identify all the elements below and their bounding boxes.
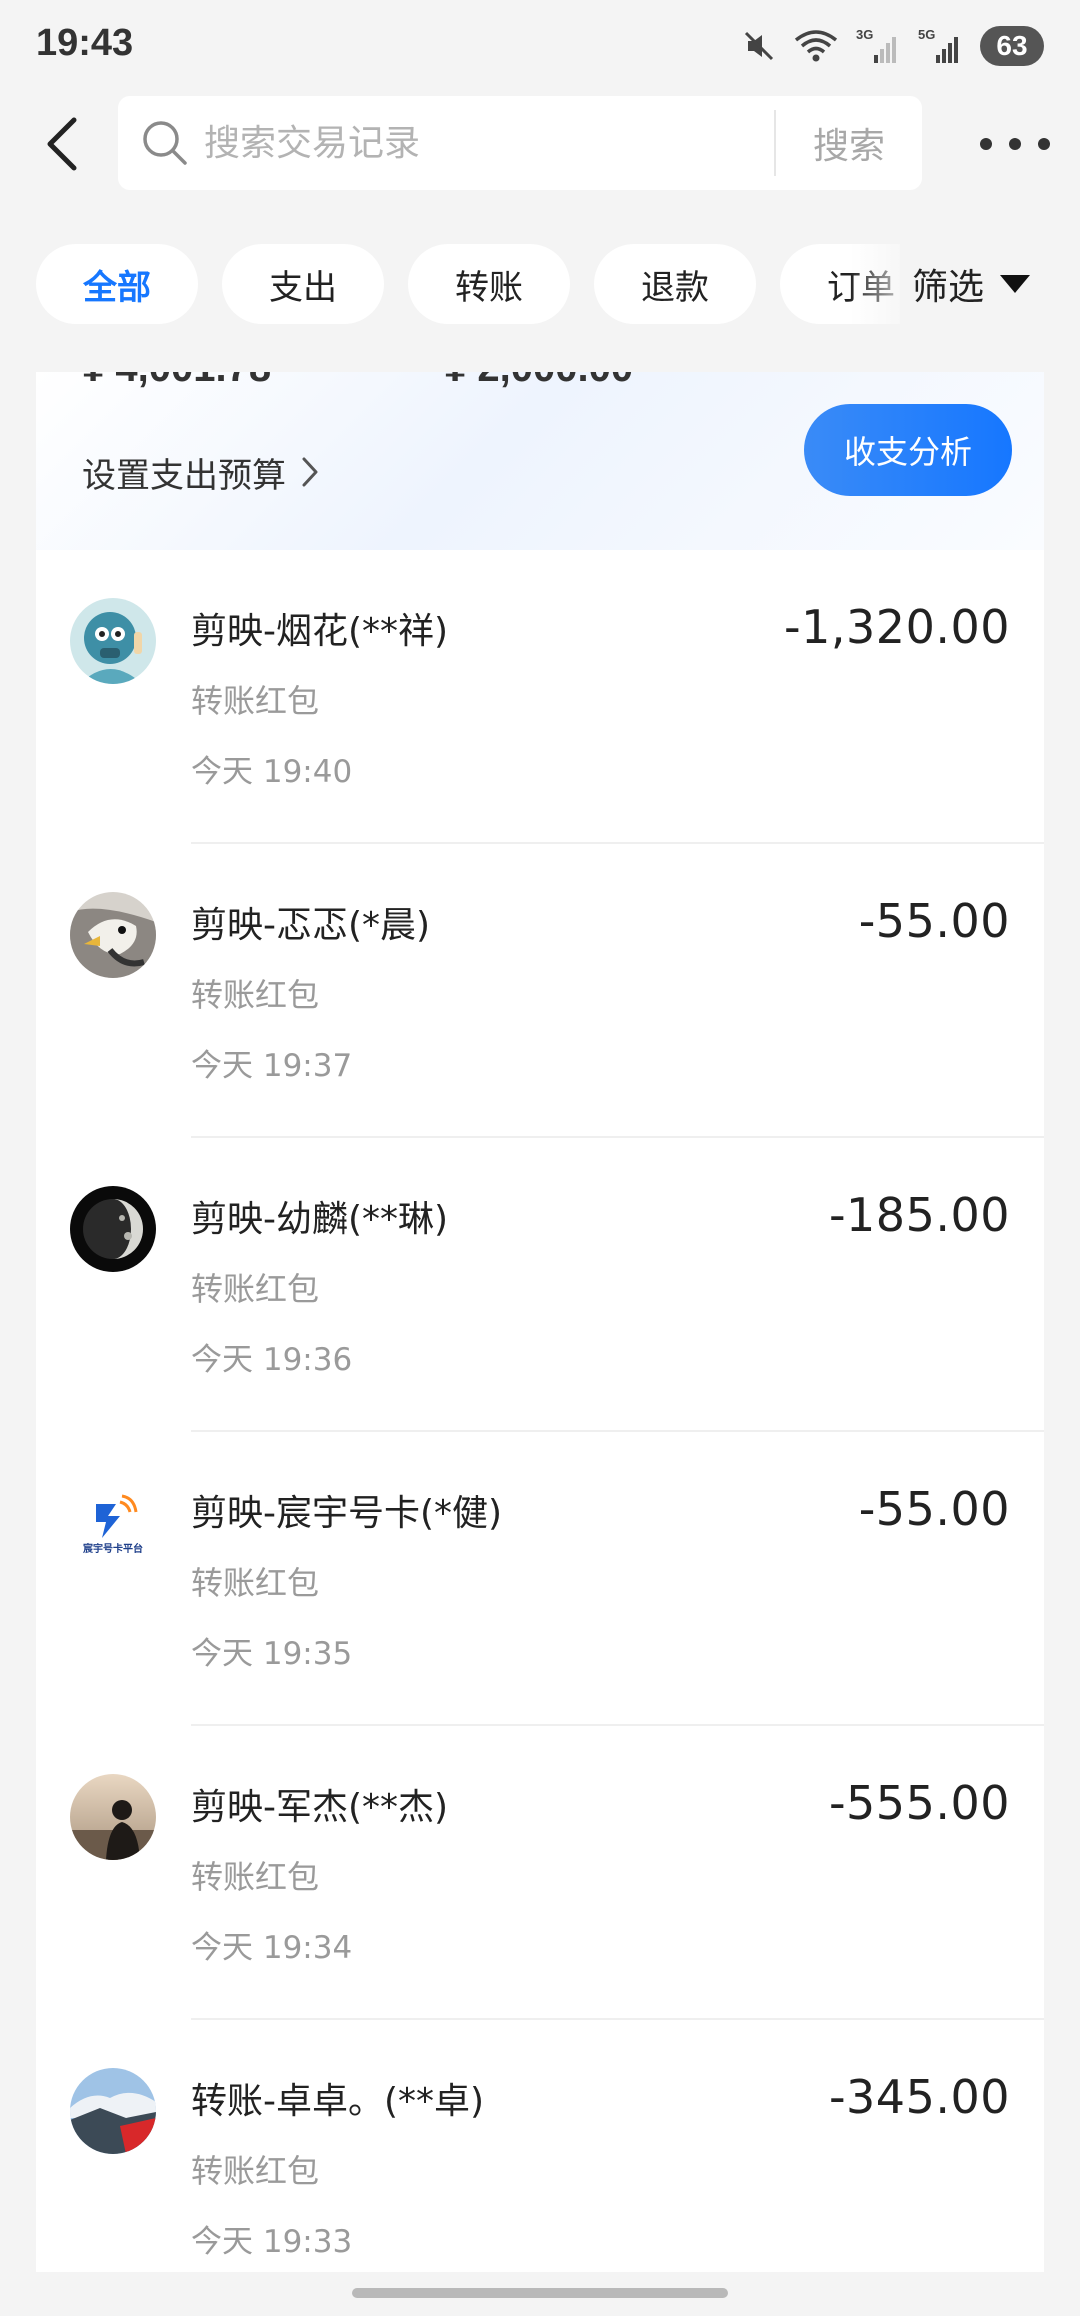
filter-label: 筛选 — [912, 267, 985, 308]
transaction-row[interactable]: 转账-卓卓。(**卓) 转账红包 今天 19:33 -345.00 — [36, 2020, 1044, 2272]
silhouette-avatar-icon — [70, 1774, 156, 1860]
moon-avatar-icon — [70, 1186, 156, 1272]
avatar — [70, 1186, 156, 1272]
summary-card: ¥ 4,001.78 ¥ 2,000.00 设置支出预算 收支分析 — [36, 372, 1044, 550]
tab-all[interactable]: 全部 — [36, 244, 198, 324]
transaction-amount: -55.00 — [858, 1482, 1010, 1536]
triangle-down-icon — [1000, 275, 1031, 293]
transaction-row[interactable]: 剪映-军杰(**杰) 转账红包 今天 19:34 -555.00 — [36, 1726, 1044, 2020]
transaction-row[interactable]: 宸宇号卡平台 剪映-宸宇号卡(*健) 转账红包 今天 19:35 -55.00 — [36, 1432, 1044, 1726]
signal-3g-label: 3G — [856, 27, 873, 42]
more-dot-icon — [980, 138, 992, 150]
filter-button[interactable]: 筛选 — [912, 244, 1062, 324]
search-input[interactable] — [204, 96, 764, 190]
signal-5g-label: 5G — [918, 27, 935, 42]
transaction-type: 转账红包 — [191, 976, 320, 1014]
search-header: 搜索 — [0, 96, 1080, 192]
signal-3g-icon: 3G — [856, 27, 900, 65]
transaction-name: 剪映-幼麟(**琳) — [191, 1199, 449, 1240]
avatar — [70, 2068, 156, 2154]
transaction-amount: -555.00 — [828, 1776, 1010, 1830]
landscape-avatar-icon — [70, 2068, 156, 2154]
transaction-time: 今天 19:33 — [191, 2224, 353, 2260]
transaction-name: 剪映-忑忑(*晨) — [191, 905, 431, 946]
more-options-button[interactable] — [980, 126, 1050, 162]
transaction-time: 今天 19:35 — [191, 1636, 353, 1672]
set-budget-link[interactable]: 设置支出预算 — [82, 442, 320, 502]
more-dot-icon — [1038, 138, 1050, 150]
search-icon — [143, 121, 187, 165]
chevron-right-icon — [302, 457, 318, 487]
cartoon-avatar-icon — [70, 598, 156, 684]
avatar — [70, 598, 156, 684]
tabs-fade — [850, 244, 920, 324]
sim-card-logo-icon: 宸宇号卡平台 — [70, 1480, 156, 1566]
tab-refund[interactable]: 退款 — [594, 244, 756, 324]
transaction-type: 转账红包 — [191, 1858, 320, 1896]
home-indicator[interactable] — [352, 2288, 728, 2298]
transaction-time: 今天 19:40 — [191, 754, 353, 790]
transaction-row[interactable]: 剪映-烟花(**祥) 转账红包 今天 19:40 -1,320.00 — [36, 550, 1044, 844]
transaction-row[interactable]: 剪映-忑忑(*晨) 转账红包 今天 19:37 -55.00 — [36, 844, 1044, 1138]
search-button[interactable]: 搜索 — [776, 96, 922, 190]
avatar — [70, 1774, 156, 1860]
status-icons: 3G 5G 63 — [742, 24, 1044, 68]
avatar — [70, 892, 156, 978]
income-total: ¥ 2,000.00 — [444, 372, 633, 391]
transaction-content: ¥ 4,001.78 ¥ 2,000.00 设置支出预算 收支分析 — [36, 372, 1044, 2272]
transaction-name: 剪映-宸宇号卡(*健) — [191, 1493, 503, 1534]
transaction-type: 转账红包 — [191, 2152, 320, 2190]
expense-total: ¥ 4,001.78 — [82, 372, 271, 391]
transaction-type: 转账红包 — [191, 1564, 320, 1602]
avatar: 宸宇号卡平台 — [70, 1480, 156, 1566]
transaction-row[interactable]: 剪映-幼麟(**琳) 转账红包 今天 19:36 -185.00 — [36, 1138, 1044, 1432]
bird-photo-avatar-icon — [70, 892, 156, 978]
logo-text: 宸宇号卡平台 — [82, 1542, 143, 1555]
signal-5g-icon: 5G — [918, 27, 962, 65]
mute-icon — [742, 29, 776, 63]
transaction-type: 转账红包 — [191, 682, 320, 720]
search-box[interactable]: 搜索 — [118, 96, 922, 190]
transaction-list: 剪映-烟花(**祥) 转账红包 今天 19:40 -1,320.00 剪映-忑忑… — [36, 550, 1044, 2272]
back-button[interactable] — [30, 110, 94, 178]
transaction-amount: -55.00 — [858, 894, 1010, 948]
more-dot-icon — [1009, 138, 1021, 150]
transaction-time: 今天 19:34 — [191, 1930, 353, 1966]
tabs-scroll[interactable]: 全部 支出 转账 退款 订单 — [0, 244, 900, 324]
tab-expense[interactable]: 支出 — [222, 244, 384, 324]
transaction-amount: -185.00 — [828, 1188, 1010, 1242]
analysis-button[interactable]: 收支分析 — [804, 404, 1012, 496]
status-time: 19:43 — [36, 22, 134, 64]
transaction-type: 转账红包 — [191, 1270, 320, 1308]
transaction-name: 转账-卓卓。(**卓) — [191, 2081, 485, 2122]
transaction-time: 今天 19:37 — [191, 1048, 353, 1084]
transaction-amount: -1,320.00 — [784, 600, 1010, 654]
status-bar: 19:43 3G 5G 63 — [0, 0, 1080, 92]
tab-transfer[interactable]: 转账 — [408, 244, 570, 324]
wifi-icon — [794, 28, 838, 64]
filter-tabs: 全部 支出 转账 退款 订单 筛选 — [0, 244, 1080, 324]
transaction-name: 剪映-烟花(**祥) — [191, 611, 449, 652]
transaction-name: 剪映-军杰(**杰) — [191, 1787, 449, 1828]
battery-indicator: 63 — [980, 26, 1044, 66]
transaction-amount: -345.00 — [828, 2070, 1010, 2124]
back-arrow-icon — [47, 117, 77, 171]
transaction-time: 今天 19:36 — [191, 1342, 353, 1378]
budget-link-label: 设置支出预算 — [82, 455, 286, 496]
